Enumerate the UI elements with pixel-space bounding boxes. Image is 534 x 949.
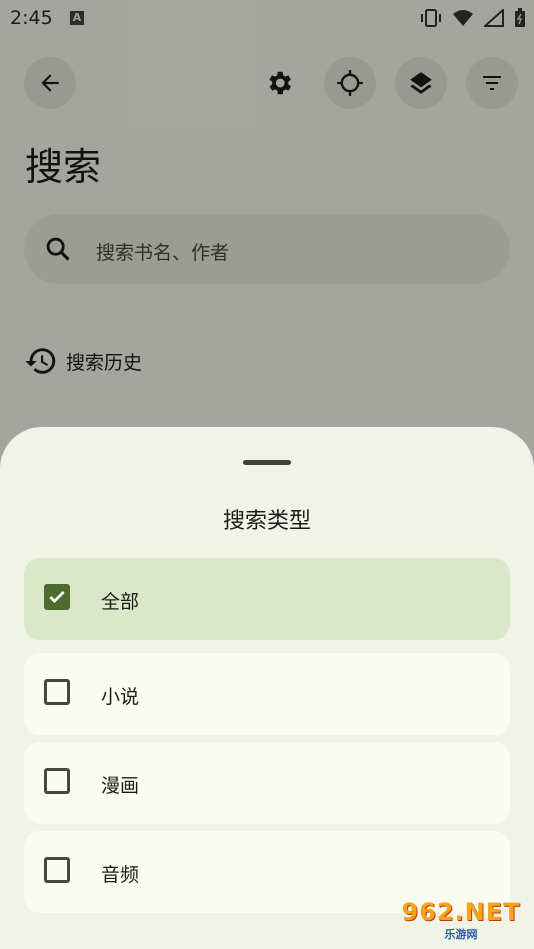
checkbox-comic[interactable] — [44, 768, 70, 794]
watermark-logo: 962.NET 乐游网 — [394, 897, 528, 943]
option-label: 全部 — [101, 591, 140, 613]
option-label: 漫画 — [101, 775, 140, 797]
sheet-title: 搜索类型 — [222, 509, 311, 534]
search-type-sheet: 搜索类型 全部 小说 漫画 音频 — [0, 427, 534, 949]
option-comic[interactable]: 漫画 — [24, 742, 510, 824]
checkbox-novel[interactable] — [44, 679, 70, 705]
watermark-bottom-text: 乐游网 — [444, 928, 478, 941]
watermark-top-text: 962.NET — [401, 898, 521, 926]
checkmark-icon — [49, 591, 65, 604]
option-label: 音频 — [101, 864, 140, 886]
drag-handle[interactable] — [243, 460, 291, 465]
checkbox-all[interactable] — [44, 584, 70, 610]
option-label: 小说 — [101, 686, 140, 708]
option-novel[interactable]: 小说 — [24, 653, 510, 735]
option-all[interactable]: 全部 — [24, 558, 510, 640]
checkbox-audio[interactable] — [44, 857, 70, 883]
